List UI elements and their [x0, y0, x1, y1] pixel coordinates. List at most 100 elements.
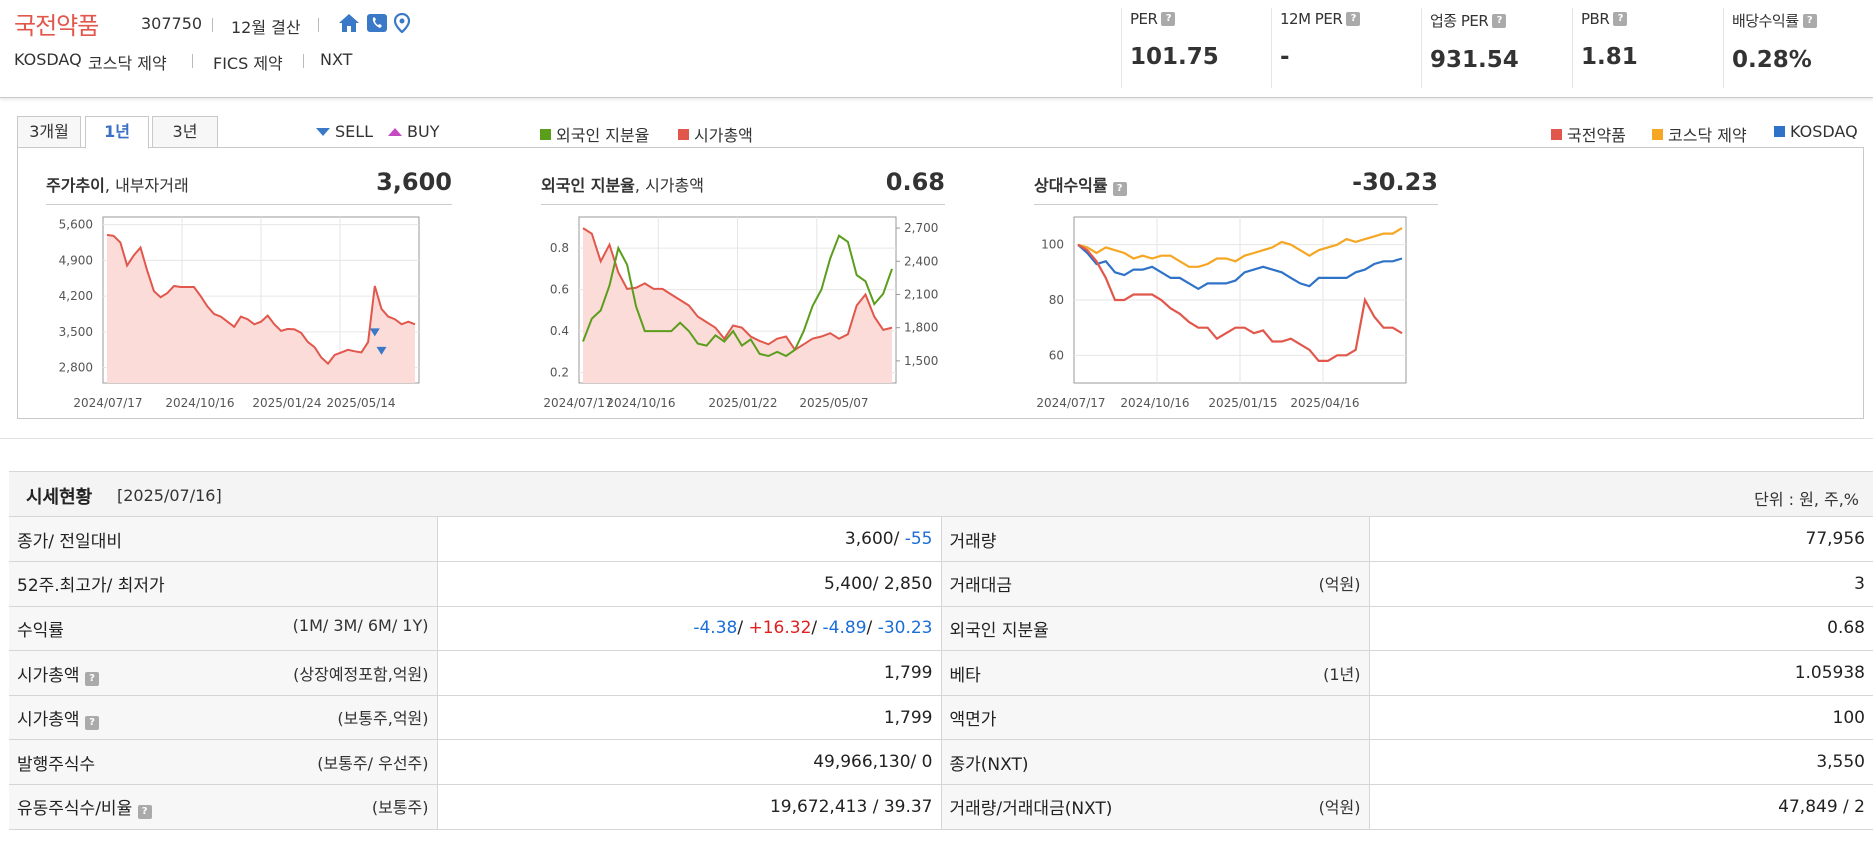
y-tick-label: 100 — [1041, 238, 1064, 252]
label-sub: (억원) — [1318, 798, 1361, 818]
label-text: 베타 — [949, 665, 981, 686]
y-tick-label: 2,800 — [59, 361, 93, 375]
label-text: 수익률 — [17, 620, 64, 641]
y-tick-label: 60 — [1049, 348, 1064, 362]
return-1y: -30.23 — [877, 618, 933, 639]
section-title: 시세현황 — [26, 487, 93, 508]
return-1m: -4.38 — [693, 618, 738, 639]
y-tick-label-right: 2,700 — [904, 221, 938, 235]
y-tick-label: 0.2 — [550, 366, 569, 380]
x-tick-label: 2024/10/16 — [606, 396, 675, 410]
x-tick-label: 2025/04/16 — [1290, 396, 1359, 410]
x-tick-label: 2024/07/17 — [73, 396, 142, 410]
row-value: 5,400/ 2,850 — [437, 561, 942, 607]
table-row: 52주.최고가/ 최저가 5,400/ 2,850 거래대금 (억원) 3 — [9, 561, 1873, 607]
row-label: 거래량 — [941, 517, 1370, 563]
row-label: 시가총액 ? (보통주,억원) — [9, 695, 438, 741]
section-date: [2025/07/16] — [117, 486, 222, 505]
row-label: 유동주식수/비율 ? (보통주) — [9, 784, 438, 830]
row-label: 52주.최고가/ 최저가 — [9, 561, 438, 607]
y-tick-label: 3,500 — [59, 325, 93, 339]
label-text: 거래량/거래대금(NXT) — [949, 799, 1113, 820]
row-value: 77,956 — [1369, 517, 1873, 563]
y-tick-label-right: 1,800 — [904, 321, 938, 335]
row-label: 거래량/거래대금(NXT) (억원) — [941, 784, 1370, 830]
row-label: 수익률 (1M/ 3M/ 6M/ 1Y) — [9, 606, 438, 652]
x-tick-label: 2025/01/24 — [252, 396, 321, 410]
row-value: -4.38/ +16.32/ -4.89/ -30.23 — [437, 606, 942, 652]
row-label: 액면가 — [941, 695, 1370, 741]
y-tick-label: 0.8 — [550, 241, 569, 255]
row-value: 19,672,413 / 39.37 — [437, 784, 942, 830]
y-tick-label-right: 2,400 — [904, 254, 938, 268]
label-text: 유동주식수/비율 — [17, 799, 133, 820]
y-tick-label: 4,200 — [59, 289, 93, 303]
label-text: 거래량 — [949, 531, 997, 552]
label-sub: (1M/ 3M/ 6M/ 1Y) — [292, 615, 429, 635]
row-value: 1.05938 — [1369, 650, 1873, 696]
label-sub: (1년) — [1323, 664, 1361, 684]
x-tick-label: 2024/10/16 — [165, 396, 234, 410]
row-value: 3 — [1369, 561, 1873, 607]
return-3m: +16.32 — [748, 618, 812, 639]
x-tick-label: 2025/05/07 — [799, 396, 868, 410]
return-6m: -4.89 — [822, 618, 867, 639]
close-price: 3,600/ — [844, 529, 905, 550]
help-icon[interactable]: ? — [84, 671, 99, 686]
row-label: 발행주식수 (보통주/ 우선주) — [9, 739, 438, 786]
label-sub: (보통주/ 우선주) — [317, 753, 429, 773]
row-label: 거래대금 (억원) — [941, 561, 1370, 607]
table-row: 유동주식수/비율 ? (보통주) 19,672,413 / 39.37 거래량/거… — [9, 784, 1873, 830]
row-value: 0.68 — [1369, 606, 1873, 652]
x-tick-label: 2024/07/17 — [543, 396, 612, 410]
label-sub: (보통주,억원) — [337, 709, 429, 729]
table-row: 발행주식수 (보통주/ 우선주) 49,966,130/ 0 종가(NXT) 3,… — [9, 739, 1873, 786]
row-value: 47,849 / 2 — [1369, 784, 1873, 830]
y-tick-label: 80 — [1049, 293, 1064, 307]
label-text: 외국인 지분율 — [949, 620, 1049, 641]
row-value: 100 — [1369, 695, 1873, 741]
row-label: 외국인 지분율 — [941, 606, 1370, 652]
row-value: 3,550 — [1369, 739, 1873, 786]
row-value: 3,600/ -55 — [437, 517, 942, 563]
y-tick-label-right: 2,100 — [904, 287, 938, 301]
table-row: 시가총액 ? (보통주,억원) 1,799 액면가 100 — [9, 695, 1873, 741]
table-row: 수익률 (1M/ 3M/ 6M/ 1Y) -4.38/ +16.32/ -4.89… — [9, 606, 1873, 652]
charts-canvas: 5,6004,9004,2003,5002,8002024/07/17 2024/… — [59, 216, 1407, 410]
label-text: 액면가 — [949, 710, 997, 731]
row-label: 베타 (1년) — [941, 650, 1370, 696]
label-text: 52주.최고가/ 최저가 — [17, 576, 165, 597]
y-tick-label: 0.6 — [550, 283, 569, 297]
table-row: 시가총액 ? (상장예정포함,억원) 1,799 베타 (1년) 1.05938 — [9, 650, 1873, 696]
section-header: 시세현황 [2025/07/16] 단위 : 원, 주,% — [9, 471, 1873, 517]
y-tick-label: 5,600 — [59, 218, 93, 232]
row-label: 시가총액 ? (상장예정포함,억원) — [9, 650, 438, 696]
y-tick-label: 4,900 — [59, 253, 93, 267]
x-tick-label: 2025/05/14 — [326, 396, 395, 410]
x-tick-label: 2024/07/17 — [1036, 396, 1105, 410]
x-tick-label: 2025/01/15 — [1208, 396, 1277, 410]
row-label: 종가(NXT) — [941, 739, 1370, 786]
label-text: 발행주식수 — [17, 754, 96, 775]
x-tick-label: 2025/01/22 — [708, 396, 777, 410]
tab-1y[interactable]: 1년 — [85, 116, 149, 149]
section-unit: 단위 : 원, 주,% — [1754, 490, 1859, 509]
label-text: 종가(NXT) — [949, 754, 1029, 775]
x-tick-label: 2024/10/16 — [1120, 396, 1189, 410]
label-sub: (상장예정포함,억원) — [293, 664, 429, 684]
row-label: 종가/ 전일대비 — [9, 517, 438, 563]
help-icon[interactable]: ? — [137, 805, 152, 820]
table-row: 종가/ 전일대비 3,600/ -55 거래량 77,956 — [9, 517, 1873, 563]
price-change: -55 — [904, 529, 933, 550]
section-divider — [0, 438, 1873, 439]
y-tick-label-right: 1,500 — [904, 354, 938, 368]
row-value: 1,799 — [437, 695, 942, 741]
label-text: 거래대금 — [949, 576, 1013, 597]
label-text: 종가/ 전일대비 — [17, 531, 122, 552]
help-icon[interactable]: ? — [84, 716, 99, 731]
label-text: 시가총액 — [17, 710, 80, 731]
label-text: 시가총액 — [17, 665, 80, 686]
row-value: 1,799 — [437, 650, 942, 696]
row-value: 49,966,130/ 0 — [437, 739, 942, 786]
y-tick-label: 0.4 — [550, 324, 569, 338]
